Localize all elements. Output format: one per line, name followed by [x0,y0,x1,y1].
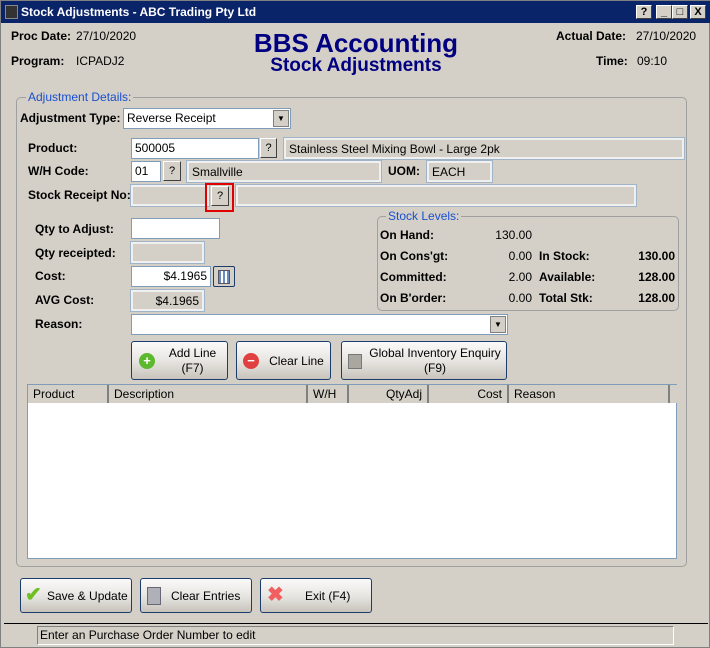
column-header-wh[interactable]: W/H [308,385,349,403]
column-header-reason[interactable]: Reason [509,385,670,403]
available-label: Available: [539,270,596,284]
close-button[interactable]: X [690,5,706,19]
proc-date: 27/10/2020 [76,29,137,43]
column-header-filler [670,385,680,403]
receipt-description [235,184,637,207]
screen-title: Stock Adjustments [270,55,442,76]
plus-icon: + [139,353,155,369]
product-input[interactable]: 500005 [131,138,259,159]
clear-line-button[interactable]: − Clear Line [236,341,331,380]
on-consgt-label: On Cons'gt: [380,249,449,263]
title-bar: Stock Adjustments - ABC Trading Pty Ltd [1,1,710,23]
save-update-button[interactable]: ✔ Save & Update [20,578,132,613]
qty-adjust-input[interactable] [131,218,220,239]
wh-code-label: W/H Code: [28,164,89,178]
checkmark-icon: ✔ [25,584,42,606]
stock-levels-legend: Stock Levels: [386,209,462,223]
wh-name: Smallville [186,160,382,183]
divider [4,623,708,624]
total-stk-label: Total Stk: [539,291,593,305]
reason-label: Reason: [35,317,83,331]
reason-select[interactable]: ▼ [131,314,508,335]
committed-label: Committed: [380,270,447,284]
product-label: Product: [28,141,78,155]
cabinet-icon [348,354,362,369]
adjustment-type-select[interactable]: Reverse Receipt ▼ [123,108,291,129]
save-label: Save & Update [47,589,128,603]
program: ICPADJ2 [76,54,125,68]
uom-label: UOM: [388,164,420,178]
time: 09:10 [637,54,668,68]
global-label: Global Inventory Enquiry [369,346,501,360]
product-description: Stainless Steel Mixing Bowl - Large 2pk [283,137,685,160]
product-lookup-button[interactable]: ? [260,138,277,158]
receipt-lookup-button[interactable]: ? [211,186,229,206]
on-border-label: On B'order: [380,291,447,305]
add-line-button[interactable]: + Add Line (F7) [131,341,228,380]
qty-adjust-label: Qty to Adjust: [35,222,114,236]
column-header-description[interactable]: Description [109,385,308,403]
minus-icon: − [243,353,259,369]
qty-receipted-label: Qty receipted: [35,246,116,260]
add-line-label: Add Line [168,346,217,360]
on-consgt-value: 0.00 [508,249,532,263]
exit-label: Exit (F4) [305,589,351,603]
time-label: Time: [596,54,628,68]
available-value: 128.00 [638,270,675,284]
global-inventory-enquiry-button[interactable]: Global Inventory Enquiry (F9) [341,341,507,380]
wh-code-input[interactable]: 01 [131,161,161,182]
clear-entries-button[interactable]: Clear Entries [140,578,252,613]
actual-date: 27/10/2020 [636,29,697,43]
committed-value: 2.00 [508,270,532,284]
x-icon: ✖ [267,584,284,606]
clear-entries-label: Clear Entries [171,589,241,603]
clear-line-label: Clear Line [269,354,324,368]
stock-receipt-input[interactable] [130,184,210,207]
minimize-button[interactable]: _ [656,5,672,19]
calculator-icon [218,270,230,284]
chevron-down-icon[interactable]: ▼ [490,316,506,333]
column-header-qtyadj[interactable]: QtyAdj [349,385,429,403]
wh-lookup-button[interactable]: ? [163,161,181,181]
add-line-shortcut: (F7) [181,361,204,375]
cost-input[interactable]: $4.1965 [131,266,211,287]
global-shortcut: (F9) [424,361,446,375]
in-stock-label: In Stock: [539,249,590,263]
adjustment-details-legend: Adjustment Details: [26,90,134,104]
avg-cost-value: $4.1965 [130,289,205,312]
adjustment-lines-table[interactable]: Product Description W/H QtyAdj Cost Reas… [27,384,680,559]
maximize-button[interactable]: □ [672,5,688,19]
total-stk-value: 128.00 [638,291,675,305]
calculator-button[interactable] [213,266,235,287]
status-bar: Enter an Purchase Order Number to edit [37,626,674,645]
uom-value: EACH [426,160,493,183]
proc-date-label: Proc Date: [11,29,72,43]
stock-receipt-label: Stock Receipt No: [28,188,131,202]
on-hand-label: On Hand: [380,228,434,242]
column-header-product[interactable]: Product [28,385,109,403]
chevron-down-icon[interactable]: ▼ [273,110,289,127]
help-button[interactable]: ? [636,5,652,19]
exit-button[interactable]: ✖ Exit (F4) [260,578,372,613]
adjustment-type-value: Reverse Receipt [127,111,216,125]
avg-cost-label: AVG Cost: [35,293,95,307]
in-stock-value: 130.00 [638,249,675,263]
on-border-value: 0.00 [508,291,532,305]
column-header-cost[interactable]: Cost [429,385,509,403]
program-label: Program: [11,54,65,68]
window-title: Stock Adjustments - ABC Trading Pty Ltd [21,5,257,19]
qty-receipted-value [130,241,205,264]
cost-label: Cost: [35,269,66,283]
clear-entries-icon [147,587,161,605]
adjustment-type-label: Adjustment Type: [20,111,121,125]
app-icon [5,5,18,19]
actual-date-label: Actual Date: [556,29,627,43]
on-hand-value: 130.00 [495,228,532,242]
